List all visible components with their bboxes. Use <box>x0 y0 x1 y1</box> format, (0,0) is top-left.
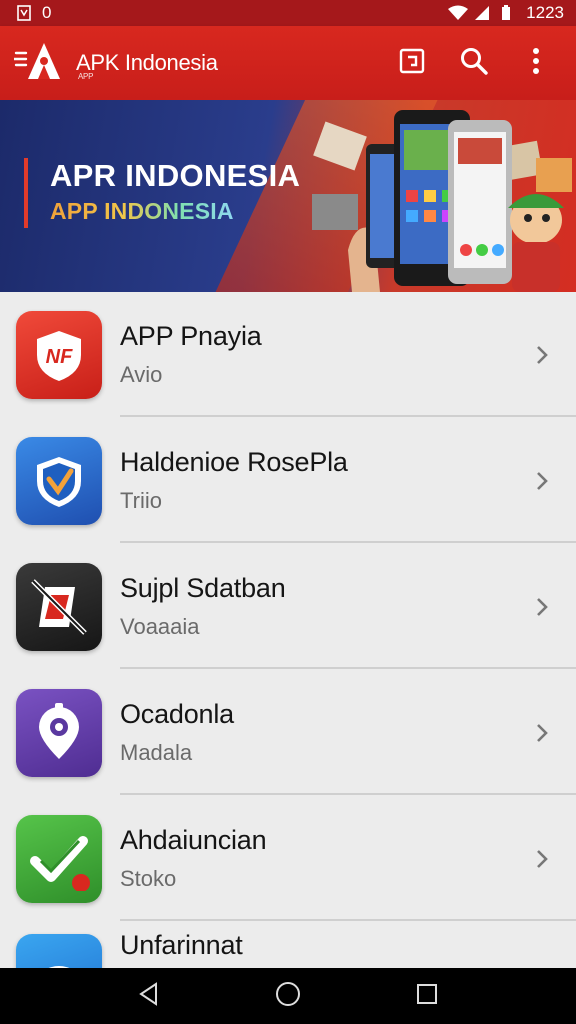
status-bar: 0 1223 <box>0 0 576 26</box>
chevron-right-icon <box>537 345 548 364</box>
app-logo[interactable]: APK Indonesia APP <box>12 39 218 88</box>
sim-card-icon <box>16 5 36 21</box>
list-item[interactable]: Haldenioe RosePla Triio <box>0 418 576 543</box>
home-button[interactable] <box>273 981 303 1011</box>
list-item[interactable]: Ocadonla Madala <box>0 670 576 795</box>
signal-icon <box>474 5 494 21</box>
chevron-right-icon <box>537 471 548 490</box>
chevron-right-icon <box>537 723 548 742</box>
square-frame-icon <box>399 48 425 79</box>
check-icon <box>16 814 102 903</box>
home-circle-icon <box>275 981 301 1012</box>
status-time: 1223 <box>526 3 564 22</box>
shield-check-icon <box>16 436 102 525</box>
banner-subtitle: APP INDONESIA <box>50 198 234 224</box>
app-title: APK Indonesia <box>76 50 218 75</box>
app-subtitle: Triio <box>120 488 162 513</box>
divider <box>120 793 576 795</box>
list-item[interactable]: Unfarinnat <box>0 922 576 968</box>
chevron-right-icon <box>537 597 548 616</box>
recents-square-icon <box>416 983 438 1010</box>
wifi-icon <box>448 5 469 21</box>
back-button[interactable] <box>134 981 164 1011</box>
apk-logo-icon <box>12 39 70 88</box>
promo-banner[interactable]: APR INDONESIA APP INDONESIA <box>0 100 576 292</box>
cloud-icon <box>16 934 102 968</box>
status-notification-count: 0 <box>42 3 52 22</box>
list-item[interactable]: Ahdaiuncian Stoko <box>0 796 576 921</box>
list-item[interactable]: NF APP Pnayia Avio <box>0 292 576 417</box>
app-name: Ocadonla <box>120 699 234 729</box>
back-triangle-icon <box>138 981 160 1011</box>
app-name: Unfarinnat <box>120 930 243 960</box>
recents-button[interactable] <box>412 981 442 1011</box>
app-logo-subtext: APP <box>78 72 94 81</box>
list-item[interactable]: Sujpl Sdatban Voaaaia <box>0 544 576 669</box>
app-subtitle: Stoko <box>120 866 177 891</box>
shield-nf-icon: NF <box>16 310 102 399</box>
more-options-button[interactable] <box>522 47 550 80</box>
banner-phones-illustration <box>312 110 572 292</box>
shield-nf-label: NF <box>46 346 73 368</box>
location-pin-icon <box>16 688 102 777</box>
battery-icon <box>500 5 520 21</box>
app-subtitle: Avio <box>120 362 163 387</box>
chevron-right-icon <box>537 849 548 868</box>
app-bar: APK Indonesia APP <box>0 26 576 100</box>
app-name: Haldenioe RosePla <box>120 447 348 477</box>
app-subtitle: Madala <box>120 740 193 765</box>
app-name: Sujpl Sdatban <box>120 573 286 603</box>
system-nav-bar <box>0 968 576 1024</box>
app-name: Ahdaiuncian <box>120 825 267 855</box>
app-subtitle: Voaaaia <box>120 614 200 639</box>
app-list: NF APP Pnayia Avio Haldenioe RosePla Tri… <box>0 292 576 968</box>
search-icon <box>460 47 488 80</box>
divider <box>120 919 576 921</box>
search-button[interactable] <box>460 47 488 80</box>
more-vert-icon <box>532 47 540 80</box>
divider <box>120 541 576 543</box>
divider <box>120 415 576 417</box>
app-name: APP Pnayia <box>120 321 262 351</box>
square-frame-button[interactable] <box>398 48 426 79</box>
banner-title: APR INDONESIA <box>50 158 301 193</box>
divider <box>120 667 576 669</box>
blocked-icon <box>16 562 102 651</box>
banner-accent-bar <box>24 158 28 228</box>
